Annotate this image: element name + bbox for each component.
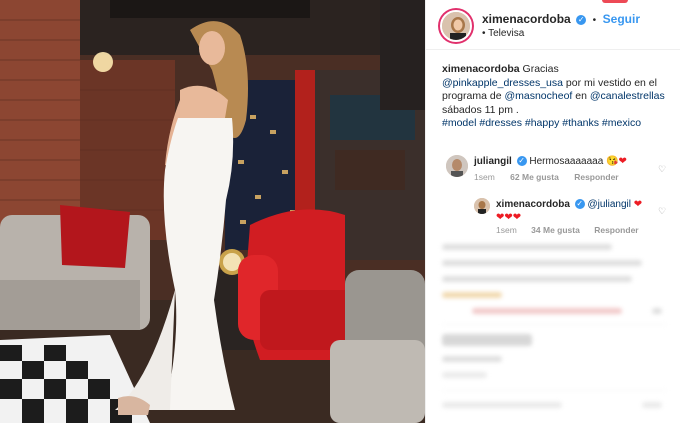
post-location[interactable]: • Televisa bbox=[482, 28, 524, 39]
separator-dot: • bbox=[592, 15, 597, 26]
blurred-input bbox=[442, 402, 562, 408]
caption-hashtags[interactable]: #model #dresses #happy #thanks #mexico bbox=[442, 117, 641, 129]
location-dot: • bbox=[482, 28, 486, 39]
verified-icon: ✓ bbox=[516, 156, 527, 166]
notification-badge bbox=[602, 0, 628, 3]
caption-mention-3[interactable]: @canalestrellas bbox=[590, 90, 665, 102]
comment-username[interactable]: juliangil bbox=[474, 156, 512, 167]
blurred-line bbox=[652, 308, 662, 314]
blurred-line bbox=[442, 356, 502, 362]
verified-icon: ✓ bbox=[576, 15, 587, 25]
blurred-line bbox=[442, 372, 487, 378]
blurred-action-bar bbox=[442, 334, 532, 346]
post-image bbox=[0, 0, 425, 423]
post-sidebar: ximenacordoba ✓ • Seguir • Televisa xime… bbox=[425, 0, 680, 423]
caption-text-1: Gracias bbox=[522, 63, 559, 75]
like-comment-icon[interactable]: ♡ bbox=[658, 164, 666, 175]
post-header: ximenacordoba ✓ • Seguir • Televisa bbox=[426, 0, 680, 50]
blurred-line bbox=[642, 402, 662, 408]
comment-avatar[interactable] bbox=[446, 155, 468, 177]
caption-username[interactable]: ximenacordoba bbox=[442, 63, 520, 75]
reply-item: ximenacordoba ✓ @juliangil ❤❤❤❤ bbox=[496, 198, 646, 224]
verified-icon: ✓ bbox=[574, 199, 585, 209]
location-label: Televisa bbox=[488, 28, 525, 39]
caption-text-4: sábados 11 pm . bbox=[442, 103, 519, 116]
blurred-line bbox=[442, 244, 612, 250]
follow-button[interactable]: Seguir bbox=[603, 12, 640, 26]
reply-avatar[interactable] bbox=[474, 198, 490, 214]
caption-mention-1[interactable]: @pinkapple_dresses_usa bbox=[442, 77, 563, 89]
reply-meta: 1sem 34 Me gusta Responder bbox=[496, 225, 651, 235]
divider bbox=[442, 390, 667, 391]
comment-time[interactable]: 1sem bbox=[474, 172, 495, 182]
comment-text: Hermosaaaaaaa bbox=[529, 156, 604, 167]
post-photo bbox=[0, 0, 425, 423]
blurred-line bbox=[472, 308, 622, 314]
caption-text-3: en bbox=[575, 90, 587, 103]
header-user-line: ximenacordoba ✓ • Seguir bbox=[482, 12, 640, 26]
reply-likes[interactable]: 34 Me gusta bbox=[531, 225, 580, 235]
blurred-line bbox=[442, 292, 502, 298]
avatar[interactable] bbox=[440, 10, 472, 42]
comment-emoji: 😘❤ bbox=[606, 156, 627, 167]
comment-item: juliangil ✓ Hermosaaaaaaa 😘❤ bbox=[474, 156, 664, 167]
comment-meta: 1sem 62 Me gusta Responder bbox=[474, 172, 632, 182]
reply-avatar-image bbox=[474, 198, 490, 214]
divider bbox=[442, 324, 667, 325]
post-caption: ximenacordoba Gracias @pinkapple_dresses… bbox=[442, 63, 672, 131]
reply-button[interactable]: Responder bbox=[594, 225, 638, 235]
like-reply-icon[interactable]: ♡ bbox=[658, 206, 666, 217]
blurred-comments bbox=[442, 240, 667, 423]
comment-likes[interactable]: 62 Me gusta bbox=[510, 172, 559, 182]
blurred-line bbox=[442, 260, 642, 266]
blurred-line bbox=[442, 276, 632, 282]
reply-username[interactable]: ximenacordoba bbox=[496, 199, 570, 210]
comment-avatar-image bbox=[446, 155, 468, 177]
reply-button[interactable]: Responder bbox=[574, 172, 618, 182]
avatar-image bbox=[442, 12, 470, 40]
caption-mention-2[interactable]: @masnocheof bbox=[504, 90, 572, 102]
post-username[interactable]: ximenacordoba bbox=[482, 12, 571, 26]
reply-time[interactable]: 1sem bbox=[496, 225, 517, 235]
reply-mention[interactable]: @juliangil bbox=[587, 199, 631, 210]
